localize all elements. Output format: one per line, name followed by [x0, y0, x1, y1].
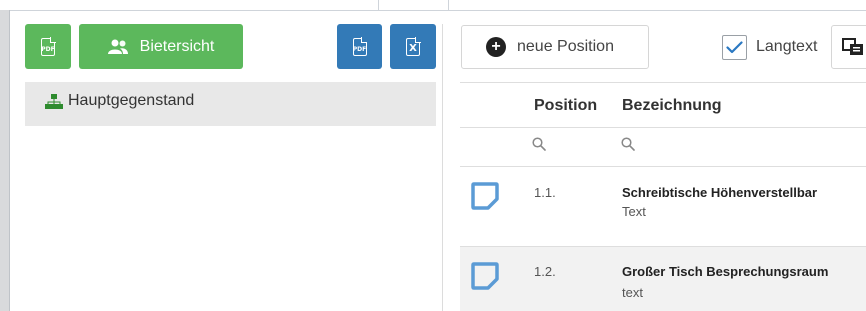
search-icon[interactable]: [532, 137, 546, 151]
column-header-position[interactable]: Position: [534, 97, 597, 115]
checkmark-icon: [726, 41, 743, 54]
position-number: 1.2.: [534, 264, 556, 279]
header-border: [460, 127, 866, 128]
langtext-label: Langtext: [756, 38, 818, 55]
pane-divider[interactable]: [442, 24, 443, 311]
pdf-icon: PDF: [352, 37, 367, 56]
note-icon[interactable]: [470, 181, 500, 211]
position-number: 1.1.: [534, 185, 556, 200]
bietersicht-label: Bietersicht: [139, 37, 215, 55]
left-window-edge: [0, 10, 10, 311]
table-row[interactable]: 1.2. Großer Tisch Besprechungsraum text: [460, 247, 866, 311]
bietersicht-button[interactable]: Bietersicht: [79, 24, 243, 69]
pdf-icon: PDF: [41, 37, 56, 56]
position-title: Schreibtische Höhenverstellbar: [622, 185, 818, 200]
excel-icon: X: [406, 37, 421, 56]
top-strip: [0, 0, 866, 12]
top-divider: [378, 0, 379, 11]
note-icon[interactable]: [470, 261, 500, 291]
table-top-border: [460, 82, 866, 83]
new-position-button[interactable]: + neue Position: [461, 25, 649, 69]
position-title: Großer Tisch Besprechungsraum: [622, 264, 829, 279]
pdf-download-button[interactable]: PDF: [337, 24, 382, 69]
plus-circle-icon: +: [486, 37, 506, 57]
column-header-bezeichnung[interactable]: Bezeichnung: [622, 97, 722, 115]
users-icon: [107, 39, 128, 54]
top-border-line: [10, 10, 866, 11]
excel-export-button[interactable]: X: [390, 24, 436, 69]
search-icon[interactable]: [621, 137, 635, 151]
tree-item-label: Hauptgegenstand: [68, 92, 195, 109]
table-row[interactable]: 1.1. Schreibtische Höhenverstellbar Text: [460, 167, 866, 246]
position-subtext: Text: [622, 204, 646, 219]
langtext-checkbox[interactable]: [722, 35, 747, 60]
top-divider: [448, 0, 449, 11]
pdf-export-button[interactable]: PDF: [25, 24, 71, 69]
position-subtext: text: [622, 285, 643, 300]
copy-icon: [842, 38, 863, 55]
sitemap-icon: [45, 93, 63, 109]
new-position-label: neue Position: [517, 38, 614, 55]
copy-button[interactable]: [831, 25, 866, 69]
tree-item-hauptgegenstand[interactable]: Hauptgegenstand: [25, 82, 436, 126]
